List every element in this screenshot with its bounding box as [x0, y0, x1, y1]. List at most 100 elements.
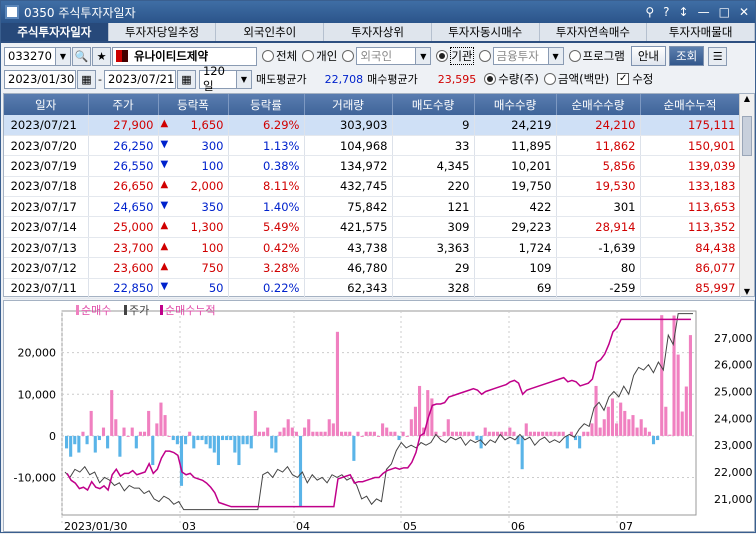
info-button[interactable]: 안내	[630, 46, 667, 66]
radio-institution[interactable]: 기관	[436, 47, 474, 65]
up-arrow-icon: ▲	[160, 260, 169, 272]
menu-icon[interactable]: ☰	[708, 46, 728, 66]
maximize-icon[interactable]: □	[719, 5, 730, 19]
column-header[interactable]: 등락률	[228, 94, 305, 115]
sell-qty-cell: 4,345	[392, 155, 475, 177]
table-row[interactable]: 2023/07/13 23,700 ▲ 100 0.42% 43,738 3,363 1,72…	[4, 237, 741, 259]
net-buy-bar	[69, 435, 73, 457]
table-row[interactable]: 2023/07/17 24,650 ▼ 350 1.40% 75,842 121 422 301…	[4, 196, 741, 218]
chevron-down-icon[interactable]: ▼	[56, 46, 71, 66]
net-buy-bar	[286, 419, 290, 436]
table-row[interactable]: 2023/07/12 23,600 ▲ 750 3.28% 46,780 29 109 80 86…	[4, 257, 741, 279]
table-row[interactable]: 2023/07/11 22,850 ▼ 50 0.22% 62,343 328 69 -259 8…	[4, 278, 741, 300]
net-buy-bar	[196, 435, 200, 441]
tab-investor-top[interactable]: 투자자상위	[324, 23, 432, 41]
x-tick-label: 07	[619, 520, 633, 531]
net-buy-bar	[549, 431, 553, 436]
net-buy-bar	[450, 431, 454, 436]
up-arrow-icon: ▲	[160, 117, 169, 129]
volume-cell: 46,780	[304, 257, 393, 279]
sell-qty-cell: 9	[392, 115, 475, 136]
column-header[interactable]: 거래량	[304, 94, 393, 115]
radio-program[interactable]: 프로그램	[568, 48, 625, 64]
volume-cell: 432,745	[304, 176, 393, 198]
date-cell: 2023/07/19	[4, 155, 89, 177]
net-buy-bar	[188, 431, 192, 436]
net-buy-bar	[184, 435, 188, 445]
tab-stock-investor-daily[interactable]: 주식투자자일자	[1, 23, 109, 41]
resize-icon[interactable]: ↕	[679, 5, 689, 19]
start-date-input[interactable]: 2023/01/30	[4, 69, 76, 89]
column-header[interactable]: 매수수량	[474, 94, 557, 115]
radio-financial[interactable]: 금융투자 ▼	[478, 47, 564, 65]
close-icon[interactable]: ✕	[739, 5, 749, 19]
chevron-down-icon[interactable]: ▼	[548, 47, 564, 65]
net-buy-bar	[446, 419, 450, 436]
radio-all[interactable]: 전체	[262, 48, 297, 64]
period-select[interactable]: 120일	[198, 64, 237, 93]
tab-volume-profile[interactable]: 투자자매물대	[647, 23, 756, 41]
foreign-select[interactable]: 외국인	[356, 47, 417, 65]
scroll-down-icon[interactable]: ▼	[740, 287, 754, 296]
net-buy-bar	[401, 431, 405, 436]
column-header[interactable]: 순매수수량	[556, 94, 641, 115]
net-buy-bar	[204, 435, 208, 445]
edit-checkbox[interactable]: ✓ 수정	[617, 71, 653, 87]
stock-code-input[interactable]: 033270	[4, 46, 56, 66]
vertical-scrollbar[interactable]: ▲ ▼	[739, 94, 754, 296]
radio-amount[interactable]: 금액(백만)	[543, 71, 609, 87]
net-buy-bar	[122, 427, 126, 436]
table-row[interactable]: 2023/07/20 26,250 ▼ 300 1.13% 104,968 33 11,895…	[4, 135, 741, 157]
column-header[interactable]: 순매수누적	[640, 94, 741, 115]
table-row[interactable]: 2023/07/18 26,650 ▲ 2,000 8.11% 432,745 220 19,…	[4, 176, 741, 198]
net-buy-bar	[651, 435, 656, 445]
net-buy-bar	[520, 435, 524, 470]
search-icon[interactable]: 🔍	[72, 46, 91, 66]
rate-cell: 0.38%	[228, 155, 305, 177]
net-buy-bar	[631, 415, 635, 436]
column-header[interactable]: 매도수량	[392, 94, 475, 115]
calendar-icon[interactable]: ▦	[77, 69, 96, 89]
net-buy-bar	[376, 435, 381, 437]
financial-select[interactable]: 금융투자	[492, 47, 549, 65]
net-cum-cell: 175,111	[640, 115, 741, 136]
net-buy-cell: 5,856	[556, 155, 641, 177]
table-row[interactable]: 2023/07/14 25,000 ▲ 1,300 5.49% 421,575 309 29,…	[4, 216, 741, 238]
net-buy-bar	[171, 435, 175, 441]
net-buy-bar	[340, 431, 344, 436]
up-arrow-icon: ▲	[160, 240, 169, 252]
table-row[interactable]: 2023/07/21 27,900 ▲ 1,650 6.29% 303,903 9 24,21…	[4, 115, 741, 136]
tab-foreign-trend[interactable]: 외국인추이	[216, 23, 325, 41]
down-arrow-icon: ▼	[160, 199, 169, 211]
scroll-up-icon[interactable]: ▲	[740, 94, 754, 103]
radio-foreign[interactable]: 외국인 ▼	[342, 47, 432, 65]
star-icon[interactable]: ★	[92, 46, 111, 66]
column-header[interactable]: 등락폭	[158, 94, 229, 115]
tab-consecutive-buy[interactable]: 투자자연속매수	[540, 23, 648, 41]
column-header[interactable]: 일자	[4, 94, 89, 115]
net-cum-cell: 113,653	[640, 196, 741, 218]
net-buy-bar	[627, 419, 631, 436]
net-buy-bar	[664, 406, 668, 436]
net-buy-bar	[81, 431, 85, 436]
chevron-down-icon[interactable]: ▼	[236, 69, 252, 89]
help-icon[interactable]: ?	[663, 5, 669, 19]
net-buy-bar	[475, 435, 479, 441]
scroll-thumb[interactable]	[742, 116, 752, 156]
radio-quantity[interactable]: 수량(주)	[484, 71, 539, 87]
end-date-input[interactable]: 2023/07/21	[103, 69, 176, 89]
search-button[interactable]: 조회	[669, 46, 705, 66]
chevron-down-icon[interactable]: ▼	[416, 47, 432, 65]
pin-icon[interactable]: ⚲	[645, 5, 654, 19]
net-buy-bar	[229, 435, 233, 441]
right-tick-label: 25,000	[714, 386, 753, 399]
column-header[interactable]: 주가	[88, 94, 159, 115]
tab-investor-estimate[interactable]: 투자자당일추정	[109, 23, 217, 41]
calendar-icon[interactable]: ▦	[176, 69, 196, 89]
table-body: 2023/07/21 27,900 ▲ 1,650 6.29% 303,903 9 24,21…	[4, 115, 741, 300]
table-row[interactable]: 2023/07/19 26,550 ▼ 100 0.38% 134,972 4,345 10,…	[4, 155, 741, 177]
net-buy-bar	[85, 435, 89, 445]
minimize-icon[interactable]: —	[698, 5, 710, 19]
radio-individual[interactable]: 개인	[302, 48, 337, 64]
tab-concurrent-buy[interactable]: 투자자동시매수	[432, 23, 540, 41]
